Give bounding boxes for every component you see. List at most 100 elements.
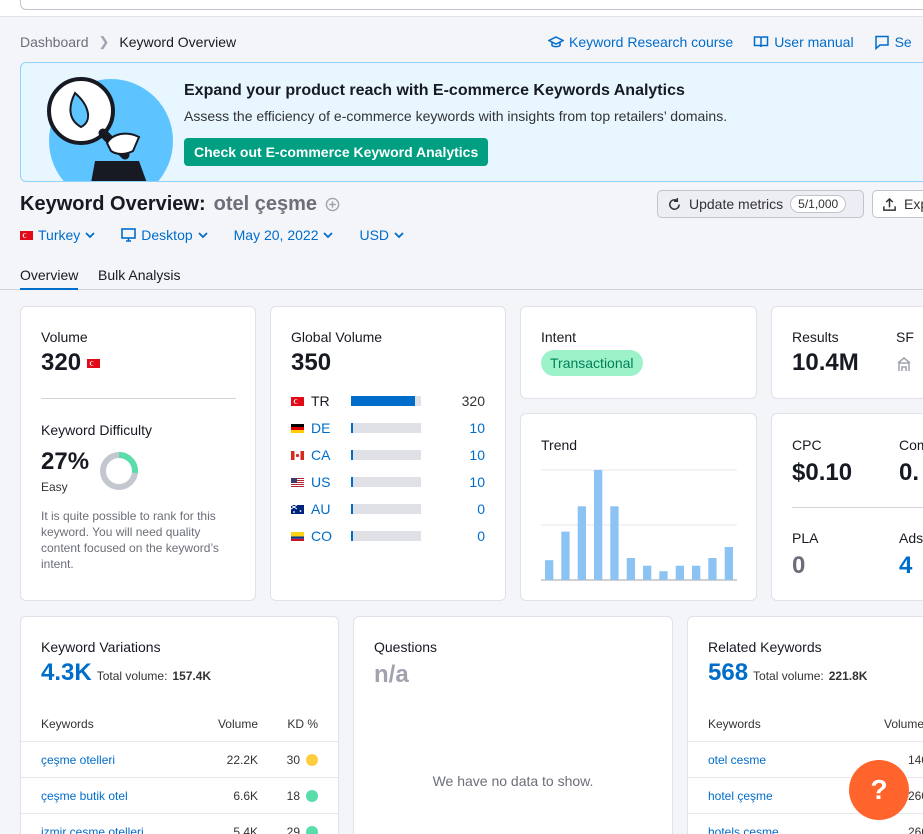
trend-bar xyxy=(724,547,733,580)
currency-label: USD xyxy=(359,227,390,243)
message-icon xyxy=(874,35,889,50)
date-selector[interactable]: May 20, 2022 xyxy=(234,227,334,243)
global-volume-label: Global Volume xyxy=(291,329,383,345)
keyword-volume: 260 xyxy=(908,825,923,834)
variations-label: Keyword Variations xyxy=(41,639,161,655)
kd-header: KD % xyxy=(287,717,318,731)
us-flag-icon xyxy=(291,477,304,487)
keyword-volume: 6.6K xyxy=(233,789,258,803)
keyword-link[interactable]: çeşme otelleri xyxy=(41,753,115,767)
add-circle-icon[interactable] xyxy=(325,197,340,212)
country-selector[interactable]: Turkey xyxy=(20,227,95,243)
results-label: Results xyxy=(792,329,839,345)
related-summary: 568 Total volume: 221.8K xyxy=(708,659,867,687)
cpc-card: CPC $0.10 Com 0. PLA 0 Ads 4 xyxy=(771,413,923,601)
country-code[interactable]: DE xyxy=(311,420,351,436)
country-code[interactable]: CA xyxy=(311,447,351,463)
help-links: Keyword Research course User manual Se xyxy=(548,34,912,50)
au-flag-icon xyxy=(291,504,304,514)
cpc-label: CPC xyxy=(792,437,822,453)
variations-summary: 4.3K Total volume: 157.4K xyxy=(41,659,211,687)
country-volume[interactable]: 0 xyxy=(399,528,485,544)
search-input[interactable] xyxy=(20,0,923,10)
intent-badge: Transactional xyxy=(541,350,643,376)
sf-label: SF xyxy=(896,329,914,345)
country-code[interactable]: AU xyxy=(311,501,351,517)
related-value[interactable]: 568 xyxy=(708,659,748,687)
variations-value[interactable]: 4.3K xyxy=(41,659,92,687)
table-row: izmir çeşme otelleri 5.4K 29 xyxy=(21,813,338,834)
trend-bar xyxy=(594,470,603,580)
trend-bar xyxy=(643,565,652,580)
results-value: 10.4M xyxy=(792,349,859,376)
volume-share-fill xyxy=(351,504,353,514)
turkey-flag-icon xyxy=(20,230,33,240)
keyword-link[interactable]: otel cesme xyxy=(708,753,766,767)
co-flag-icon xyxy=(291,531,304,541)
help-button[interactable]: ? xyxy=(849,760,909,820)
keyword-research-course-label: Keyword Research course xyxy=(569,34,734,50)
pla-value: 0 xyxy=(792,552,806,579)
volume-header: Volume xyxy=(217,717,258,731)
keyword-volume: 140 xyxy=(908,753,923,767)
device-selector[interactable]: Desktop xyxy=(121,227,208,243)
send-feedback-link[interactable]: Se xyxy=(874,34,912,50)
competition-value: 0. xyxy=(899,459,920,486)
top-bar xyxy=(0,0,923,17)
upload-icon xyxy=(883,197,896,211)
global-volume-row: CO 0 xyxy=(291,528,485,544)
kd-description: It is quite possible to rank for this ke… xyxy=(41,509,219,571)
date-label: May 20, 2022 xyxy=(233,227,319,243)
page-title: Keyword Overview: otel çeşme xyxy=(20,193,340,216)
keyword-kd: 30 xyxy=(286,753,300,767)
keyword-variations-card: Keyword Variations 4.3K Total volume: 15… xyxy=(20,616,339,834)
country-volume[interactable]: 0 xyxy=(399,501,485,517)
pla-label: PLA xyxy=(792,530,819,546)
questions-value: n/a xyxy=(374,661,409,688)
keyword-link[interactable]: çeşme butik otel xyxy=(41,789,128,803)
country-code[interactable]: US xyxy=(311,474,351,490)
kd-value: 27% xyxy=(41,448,90,475)
ads-value[interactable]: 4 xyxy=(899,552,912,580)
volume-share-fill xyxy=(351,477,353,487)
global-volume-row: DE 10 xyxy=(291,420,485,436)
trend-chart xyxy=(541,469,737,581)
update-metrics-button[interactable]: Update metrics 5/1,000 xyxy=(657,190,864,218)
country-volume[interactable]: 10 xyxy=(399,420,485,436)
country-code[interactable]: CO xyxy=(311,528,351,544)
export-button[interactable]: Exp xyxy=(872,190,923,218)
trend-bar xyxy=(708,558,717,580)
keyword-link[interactable]: hotel çeşme xyxy=(708,789,773,803)
chevron-right-icon: ❯ xyxy=(98,34,110,49)
keywords-header: Keywords xyxy=(708,717,761,731)
keyword-link[interactable]: izmir çeşme otelleri xyxy=(41,825,144,834)
tab-bulk-analysis[interactable]: Bulk Analysis xyxy=(98,267,180,283)
table-row: çeşme otelleri 22.2K 30 xyxy=(21,741,338,777)
country-volume[interactable]: 10 xyxy=(399,474,485,490)
filter-bar: Turkey Desktop May 20, 2022 USD xyxy=(20,227,430,243)
kd-indicator xyxy=(306,790,318,802)
keyword-volume: 260 xyxy=(908,789,923,803)
ecommerce-analytics-button[interactable]: Check out E-commerce Keyword Analytics xyxy=(184,138,489,166)
chevron-down-icon xyxy=(323,231,334,238)
user-manual-link[interactable]: User manual xyxy=(753,34,854,50)
related-label: Related Keywords xyxy=(708,639,822,655)
currency-selector[interactable]: USD xyxy=(359,227,404,243)
de-flag-icon xyxy=(291,423,304,433)
country-volume[interactable]: 10 xyxy=(399,447,485,463)
keyword-volume: 5.4K xyxy=(233,825,258,834)
update-metrics-label: Update metrics xyxy=(689,196,784,212)
intent-card: Intent Transactional xyxy=(520,306,757,399)
volume-share-fill xyxy=(351,450,353,460)
book-icon xyxy=(753,36,769,48)
breadcrumb-dashboard[interactable]: Dashboard xyxy=(20,34,89,50)
desktop-icon xyxy=(121,228,137,242)
volume-header: Volume xyxy=(884,717,923,731)
keyword-research-course-link[interactable]: Keyword Research course xyxy=(548,34,733,50)
device-label: Desktop xyxy=(141,227,193,243)
questions-card: Questions n/a We have no data to show. xyxy=(353,616,673,834)
trend-bar xyxy=(626,558,635,580)
keyword-link[interactable]: hotels çesme xyxy=(708,825,779,834)
keyword-label: otel çeşme xyxy=(213,193,318,215)
tab-overview[interactable]: Overview xyxy=(20,267,79,290)
